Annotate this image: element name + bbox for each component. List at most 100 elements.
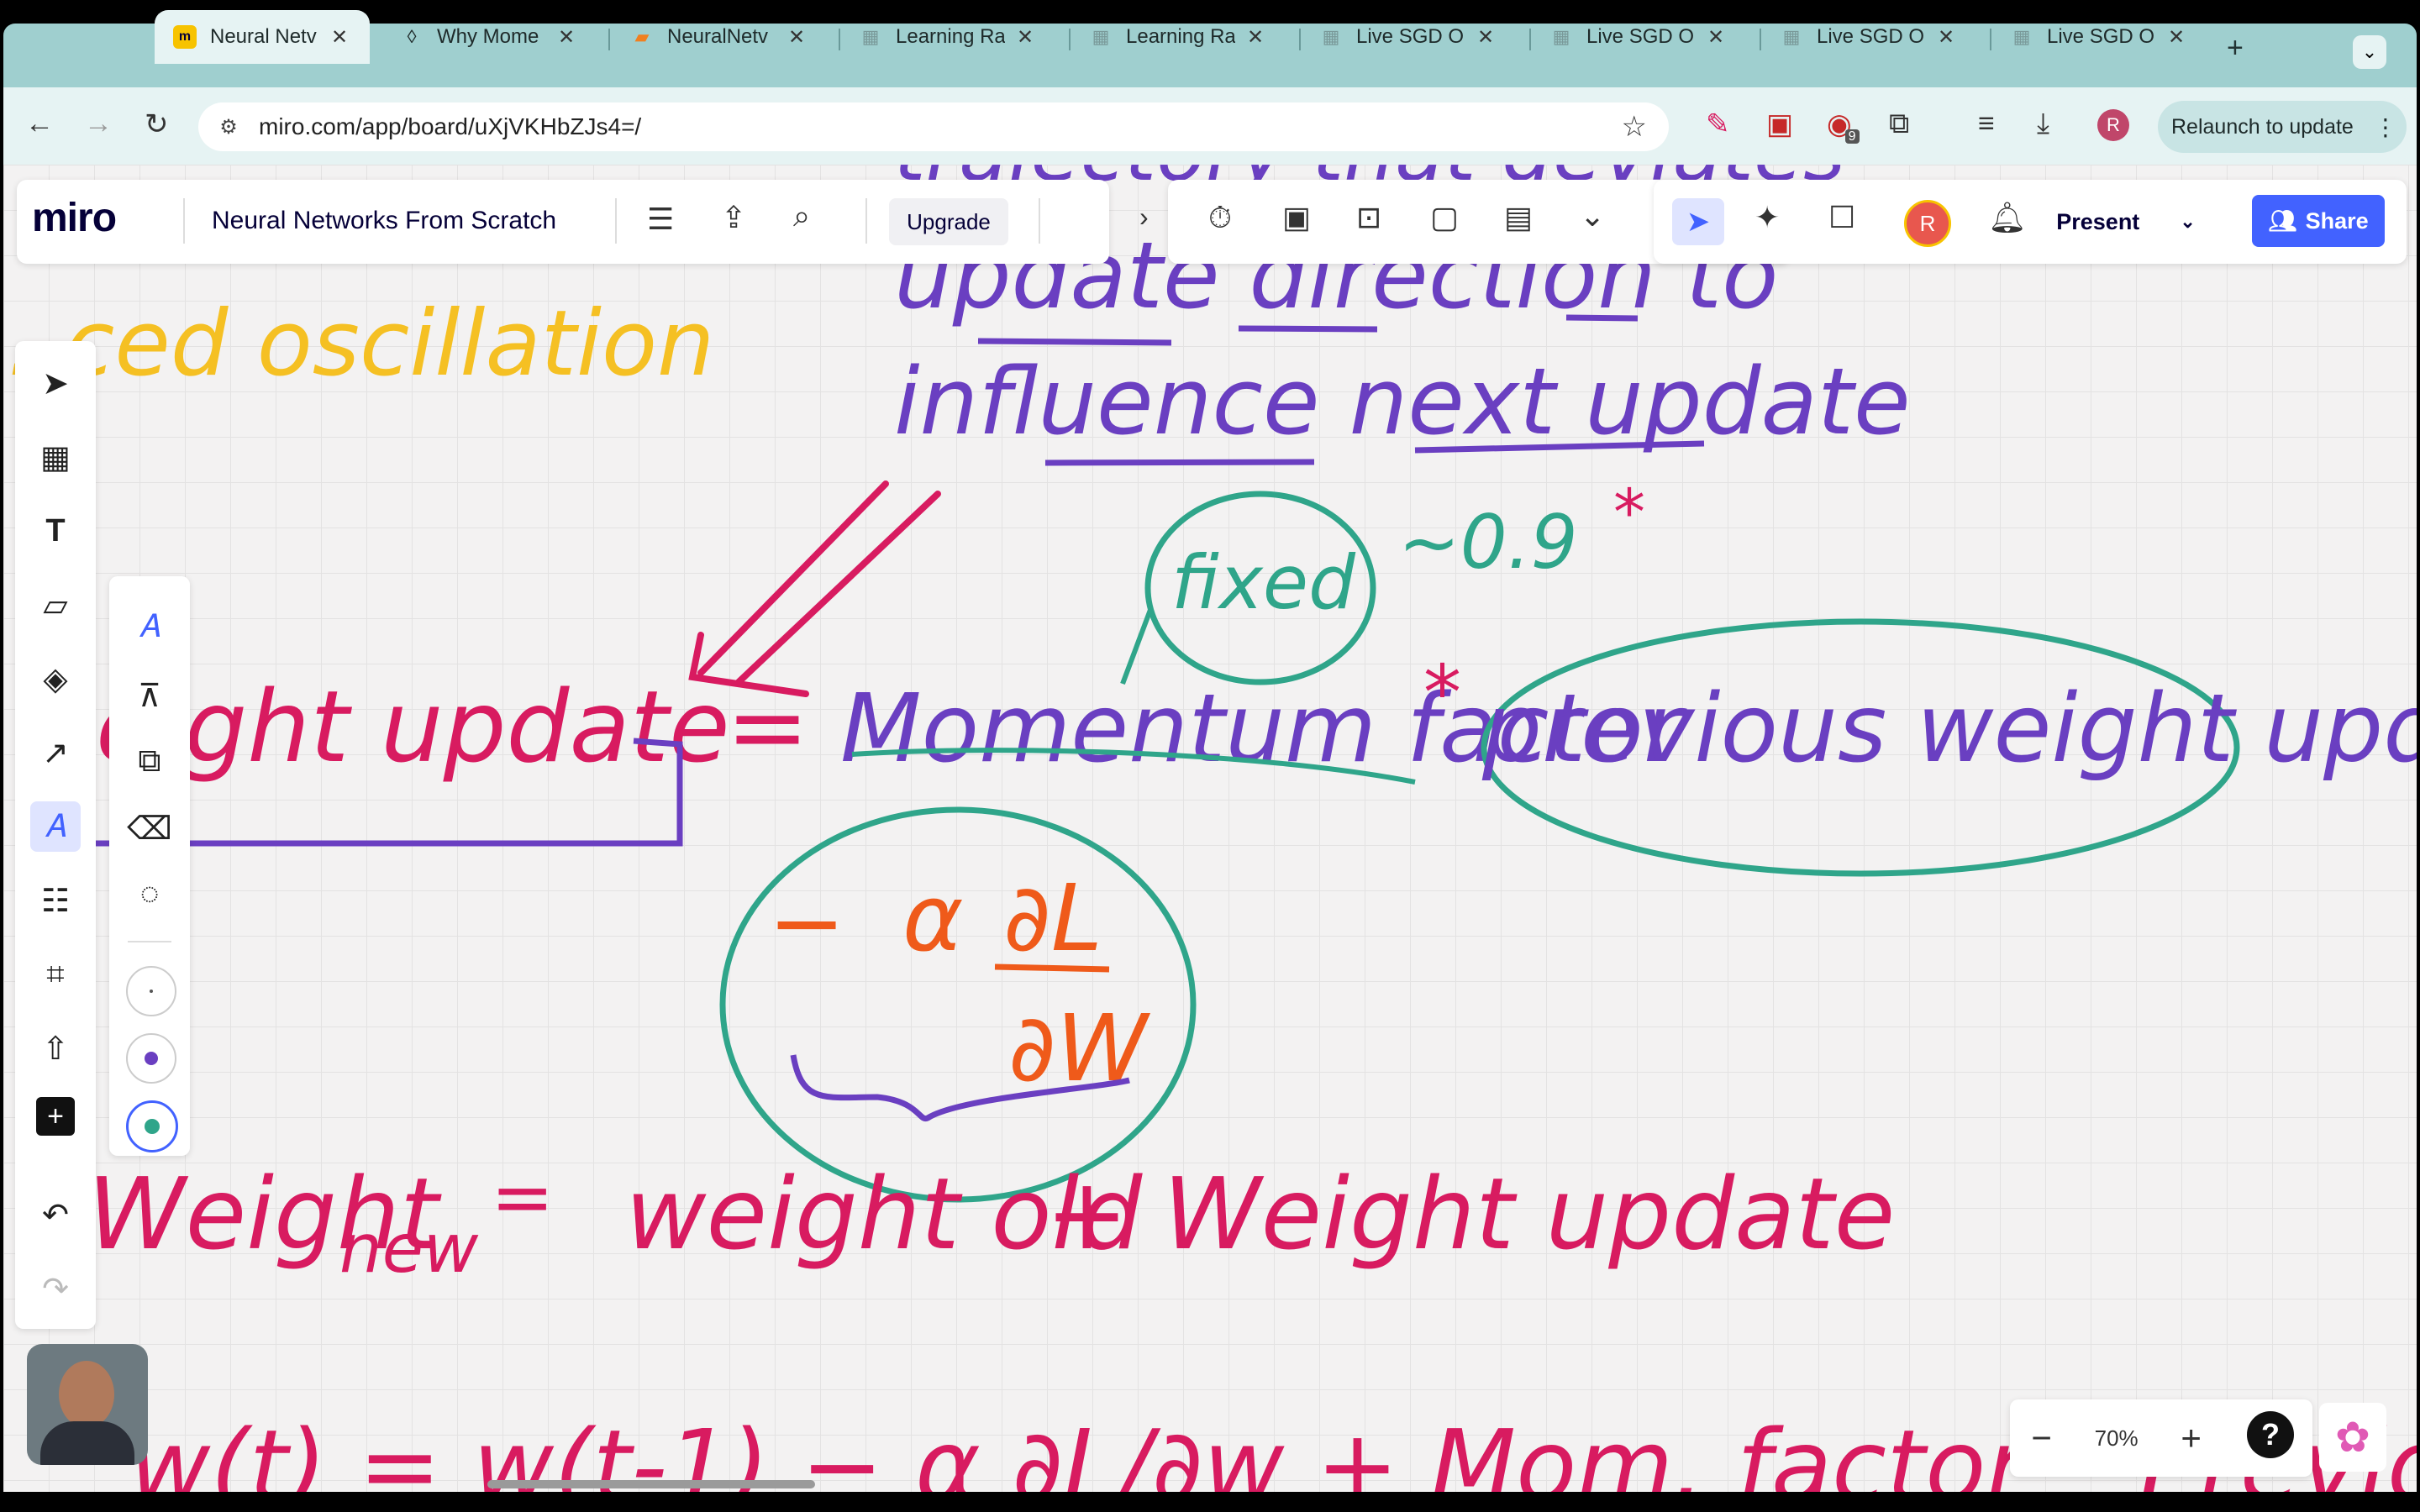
comments-icon[interactable]: ☐: [1828, 200, 1855, 235]
miro-logo[interactable]: miro: [32, 195, 117, 241]
tab-search-chevron-icon[interactable]: ⌄: [2353, 35, 2386, 69]
pen-icon[interactable]: 𝐴: [123, 600, 176, 654]
redo-icon[interactable]: ↷: [30, 1263, 81, 1314]
tab[interactable]: ▦ Learning Ra ✕: [1071, 10, 1289, 64]
shapes-icon[interactable]: ◈: [30, 654, 81, 704]
tab-label: Why Mome: [437, 25, 539, 48]
present-chevron-icon[interactable]: ⌄: [2180, 211, 2195, 233]
close-tab-icon[interactable]: ✕: [1938, 25, 1954, 50]
sticky-note-icon[interactable]: ▱: [30, 580, 81, 630]
undo-icon[interactable]: ↶: [30, 1189, 81, 1240]
upload-icon[interactable]: ⇧: [30, 1023, 81, 1074]
chevron-double-down-icon[interactable]: ⌄: [1580, 198, 1605, 234]
present-button[interactable]: Present ⌄: [2056, 198, 2196, 245]
kebab-menu-icon[interactable]: ⋮: [2374, 113, 2397, 141]
share-button[interactable]: 👥︎ Share: [2252, 195, 2385, 247]
ink-eq-previous: previous weight update: [1481, 675, 2417, 784]
notes-icon[interactable]: ▤: [1504, 200, 1533, 235]
divider: [128, 941, 171, 942]
tab[interactable]: ▦ Live SGD O ✕: [1991, 10, 2210, 64]
extension-badge-count: 9: [1844, 129, 1860, 144]
frame-tool-icon[interactable]: ⌗: [30, 949, 81, 1000]
pen-tool-icon[interactable]: 𝐴: [30, 801, 81, 852]
tab[interactable]: ▦ Live SGD O ✕: [1761, 10, 1980, 64]
ink-yellow-oscillation: ...ced oscillation: [3, 291, 715, 396]
more-apps-plus-icon[interactable]: +: [36, 1097, 75, 1136]
eraser-icon[interactable]: ⌫: [123, 801, 176, 855]
miro-board-canvas[interactable]: trajectory that deviates update directio…: [3, 165, 2417, 1492]
export-icon[interactable]: ⇪: [721, 200, 746, 235]
help-icon[interactable]: ?: [2247, 1411, 2294, 1458]
new-tab-icon[interactable]: +: [2227, 32, 2244, 65]
smart-draw-icon[interactable]: ⧉: [123, 734, 176, 788]
ink-star: *: [1613, 475, 1645, 549]
select-cursor-icon[interactable]: ➤: [30, 358, 81, 408]
miro-ai-icon[interactable]: ✿: [2319, 1403, 2386, 1472]
ink-rule-equals: =: [491, 1153, 554, 1242]
zoom-level[interactable]: 70%: [2095, 1425, 2139, 1452]
board-title[interactable]: Neural Networks From Scratch: [212, 207, 556, 235]
site-info-icon[interactable]: ⚙: [212, 110, 245, 144]
color-purple-button[interactable]: [126, 1033, 176, 1084]
collaborator-avatar[interactable]: R: [1904, 200, 1951, 247]
close-tab-icon[interactable]: ✕: [1247, 25, 1264, 50]
pen-extension-icon[interactable]: ✎: [1706, 108, 1730, 141]
focus-icon[interactable]: ⊡: [1356, 200, 1381, 235]
close-tab-icon[interactable]: ✕: [1477, 25, 1494, 50]
cursor-select-icon[interactable]: ➤: [1672, 198, 1724, 245]
extension-badge-icon[interactable]: ◉9: [1827, 108, 1866, 144]
tab-label: Live SGD O: [2047, 25, 2155, 48]
timer-icon[interactable]: ⏱: [1208, 200, 1232, 236]
counter-icon[interactable]: ▢: [1430, 200, 1459, 235]
zoom-in-icon[interactable]: +: [2181, 1418, 2202, 1458]
profile-avatar[interactable]: R: [2097, 109, 2129, 141]
bookmark-star-icon[interactable]: ☆: [1622, 110, 1647, 144]
screen: m Neural Netv ✕ ◊ Why Mome ✕ ▰ NeuralNet…: [0, 0, 2420, 1512]
search-icon[interactable]: ⌕: [793, 198, 810, 234]
ink-rule-update: Weight update: [1163, 1156, 1895, 1272]
main-menu-icon[interactable]: ☰: [647, 202, 674, 237]
tab[interactable]: ▦ Live SGD O ✕: [1301, 10, 1519, 64]
templates-icon[interactable]: ▦: [30, 432, 81, 482]
tab-active[interactable]: m Neural Netv ✕: [155, 10, 370, 64]
close-tab-icon[interactable]: ✕: [788, 25, 805, 50]
pdf-extension-icon[interactable]: ▣: [1766, 108, 1793, 141]
notifications-bell-icon[interactable]: 🔔︎: [1988, 200, 2027, 235]
text-tool-icon[interactable]: T: [30, 506, 81, 556]
close-tab-icon[interactable]: ✕: [1707, 25, 1724, 50]
zoom-out-icon[interactable]: −: [2031, 1418, 2052, 1458]
close-tab-icon[interactable]: ✕: [1017, 25, 1034, 50]
close-tab-icon[interactable]: ✕: [558, 25, 575, 50]
connector-arrow-icon[interactable]: ↗: [30, 727, 81, 778]
grid-icon: ▦: [861, 26, 880, 47]
close-tab-icon[interactable]: ✕: [2168, 25, 2185, 50]
tab[interactable]: ▦ Learning Ra ✕: [840, 10, 1059, 64]
card-icon[interactable]: ▣: [1282, 200, 1311, 235]
address-bar[interactable]: ⚙ miro.com/app/board/uXjVKHbZJs4=/ ☆: [198, 102, 1669, 151]
presenter-body: [40, 1421, 134, 1465]
grid-icon: ▦: [1092, 26, 1110, 47]
close-tab-icon[interactable]: ✕: [331, 25, 348, 50]
tab[interactable]: ▰ NeuralNetv ✕: [612, 10, 830, 64]
extensions-puzzle-icon[interactable]: ⧉: [1889, 108, 1909, 140]
download-icon[interactable]: ⤓: [2037, 108, 2049, 140]
highlighter-icon[interactable]: ⊼: [123, 669, 176, 722]
presenter-face: [59, 1361, 114, 1428]
horizontal-scrollbar[interactable]: [487, 1480, 815, 1488]
color-teal-button[interactable]: [126, 1100, 178, 1152]
forward-icon[interactable]: →: [84, 108, 113, 140]
tab[interactable]: ◊ Why Mome ✕: [381, 10, 600, 64]
reload-icon[interactable]: ↻: [145, 108, 169, 141]
lasso-icon[interactable]: ◌: [123, 867, 176, 921]
drop-icon: ◊: [407, 26, 417, 47]
back-icon[interactable]: ←: [25, 108, 54, 140]
chevron-right-icon[interactable]: ›: [1139, 202, 1149, 233]
media-queue-icon[interactable]: ≡: [1978, 108, 1995, 140]
tab[interactable]: ▦ Live SGD O ✕: [1531, 10, 1749, 64]
reactions-icon[interactable]: ✦: [1754, 200, 1780, 235]
relaunch-button[interactable]: Relaunch to update ⋮: [2158, 101, 2407, 153]
comment-tool-icon[interactable]: ☷: [30, 875, 81, 926]
tab-separator: [608, 29, 610, 50]
upgrade-button[interactable]: Upgrade: [889, 198, 1008, 245]
stroke-thin-button[interactable]: [126, 966, 176, 1016]
